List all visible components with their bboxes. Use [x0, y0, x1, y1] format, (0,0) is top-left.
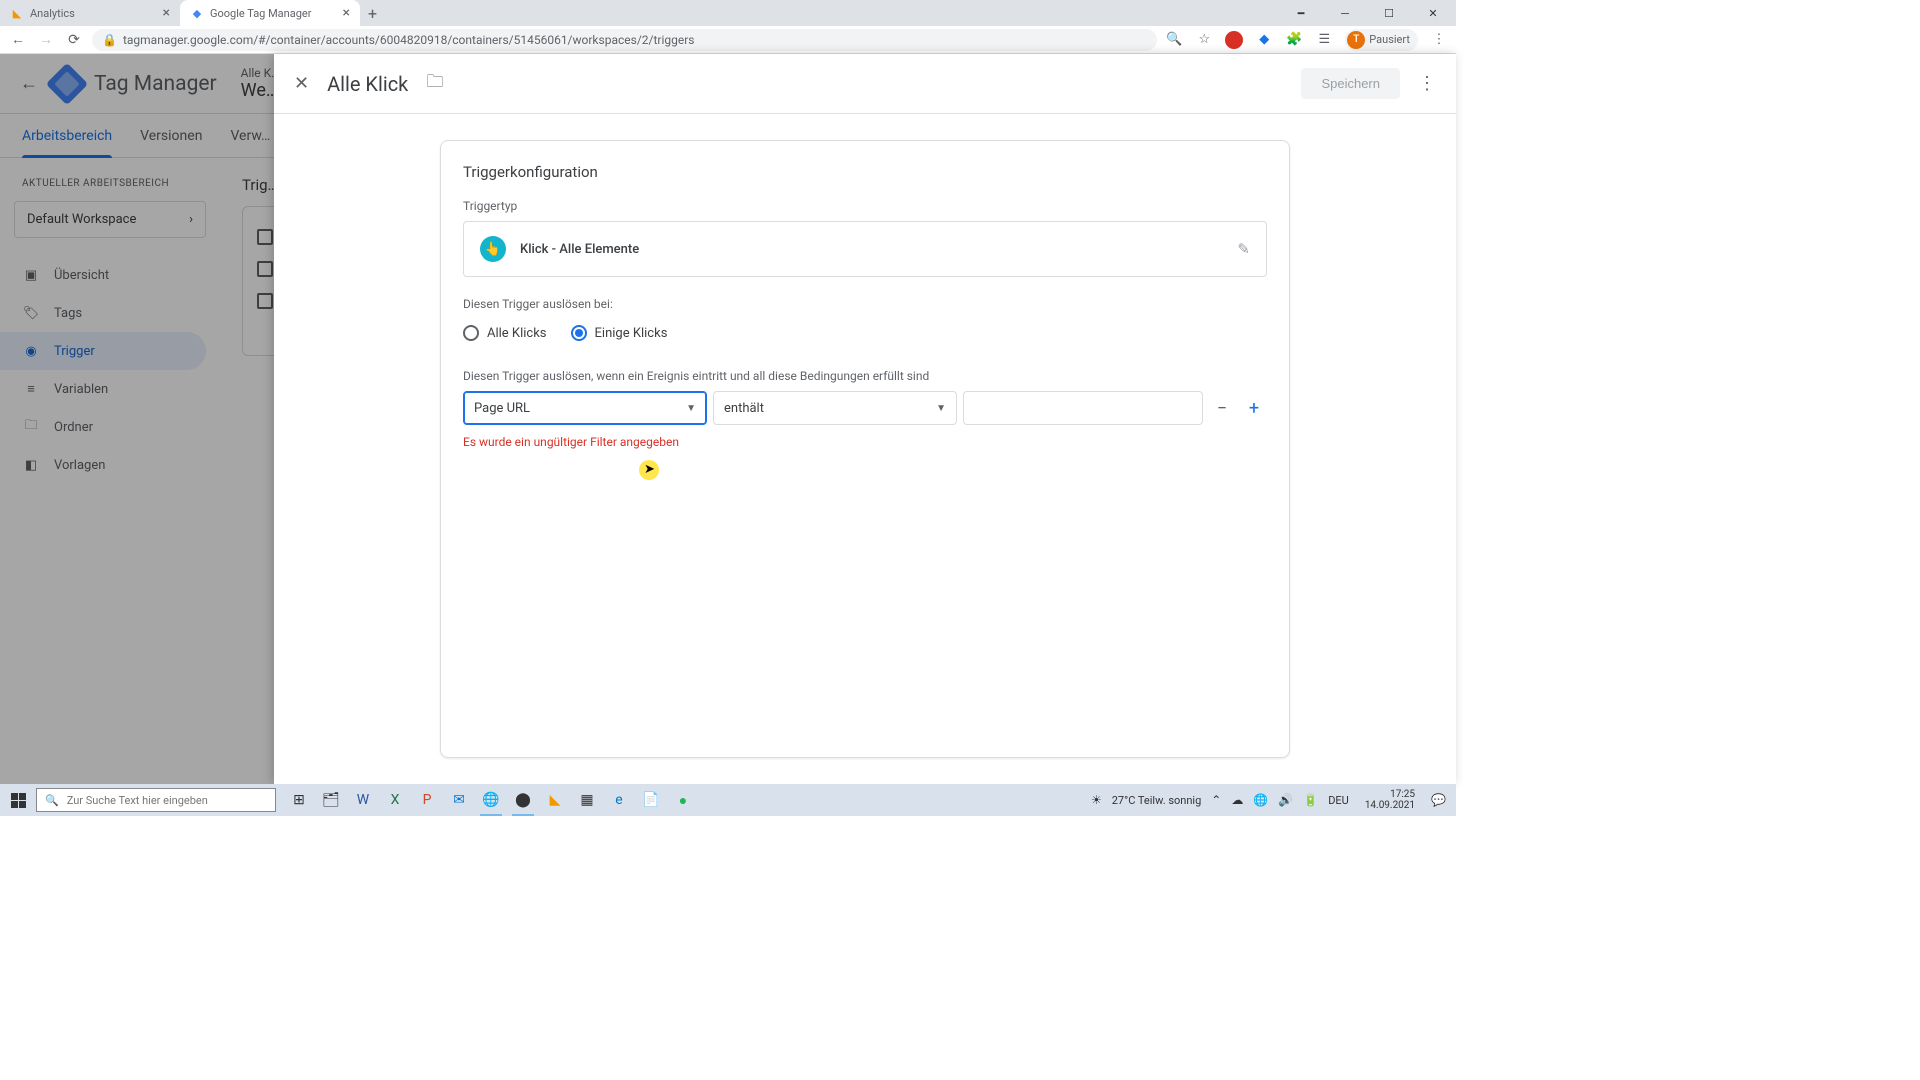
spotify-icon[interactable]: ● [668, 784, 698, 816]
mail-icon[interactable]: ✉ [444, 784, 474, 816]
gtm-favicon-icon: ◆ [190, 6, 204, 20]
profile-status: Pausiert [1369, 33, 1410, 46]
start-button[interactable] [0, 784, 36, 816]
new-tab-button[interactable]: + [360, 4, 385, 23]
save-button[interactable]: Speichern [1301, 68, 1400, 99]
operator-select[interactable]: enthält ▼ [713, 391, 957, 425]
fire-label: Diesen Trigger auslösen bei: [463, 297, 1267, 311]
trigger-config-card: Triggerkonfiguration Triggertyp 👆 Klick … [440, 140, 1290, 758]
language-indicator[interactable]: DEU [1328, 794, 1349, 807]
battery-icon[interactable]: 🔋 [1303, 793, 1318, 807]
clock[interactable]: 17:25 14.09.2021 [1359, 789, 1421, 811]
radio-label: Alle Klicks [487, 326, 547, 341]
nav-reload-icon[interactable]: ⟳ [64, 32, 84, 48]
reading-list-icon[interactable]: ☰ [1315, 31, 1333, 49]
trigger-type-row[interactable]: 👆 Klick - Alle Elemente ✎ [463, 221, 1267, 277]
chrome-minimize-icon[interactable]: ━ [1286, 3, 1316, 23]
task-view-icon[interactable]: ⊞ [284, 784, 314, 816]
variable-select[interactable]: Page URL ▼ [463, 391, 707, 425]
chrome-icon[interactable]: 🌐 [476, 784, 506, 816]
panel-header: ✕ Alle Klick 🗀 Speichern ⋮ [274, 54, 1456, 114]
panel-title[interactable]: Alle Klick [327, 72, 408, 96]
condition-label: Diesen Trigger auslösen, wenn ein Ereign… [463, 369, 1267, 383]
close-icon[interactable]: ✕ [294, 73, 309, 94]
profile-badge[interactable]: T Pausiert [1345, 29, 1418, 51]
explorer-icon[interactable]: 🗂 [316, 784, 346, 816]
chrome-menu-icon[interactable]: ⋮ [1430, 31, 1448, 49]
analytics-favicon-icon: ◣ [10, 6, 24, 20]
weather-text[interactable]: 27°C Teilw. sonnig [1112, 794, 1202, 807]
close-icon[interactable]: × [163, 5, 170, 21]
clock-time: 17:25 [1390, 789, 1415, 800]
profile-avatar-icon: T [1347, 31, 1365, 49]
filter-row: Page URL ▼ enthält ▼ − + [463, 391, 1267, 425]
radio-group: Alle Klicks Einige Klicks [463, 319, 1267, 347]
notepad-icon[interactable]: 📄 [636, 784, 666, 816]
edit-icon[interactable]: ✎ [1237, 240, 1250, 258]
radio-some-clicks[interactable]: Einige Klicks [571, 325, 668, 341]
system-tray: ☀ 27°C Teilw. sonnig ⌃ ☁ 🌐 🔊 🔋 DEU 17:25… [1081, 789, 1456, 811]
zoom-icon[interactable]: 🔍 [1165, 31, 1183, 49]
word-icon[interactable]: W [348, 784, 378, 816]
browser-address-bar: ← → ⟳ 🔒 tagmanager.google.com/#/containe… [0, 26, 1456, 54]
tab-title: Analytics [30, 7, 75, 20]
bookmark-icon[interactable]: ☆ [1195, 31, 1213, 49]
search-placeholder: Zur Suche Text hier eingeben [67, 794, 208, 807]
obs-icon[interactable]: ⬤ [508, 784, 538, 816]
network-icon[interactable]: 🌐 [1253, 793, 1268, 807]
volume-icon[interactable]: 🔊 [1278, 793, 1293, 807]
trigger-type-name: Klick - Alle Elemente [520, 242, 639, 257]
window-minimize-button[interactable]: ─ [1330, 3, 1360, 23]
type-label: Triggertyp [463, 199, 1267, 213]
windows-taskbar: 🔍 Zur Suche Text hier eingeben ⊞ 🗂 W X P… [0, 784, 1456, 816]
more-menu-icon[interactable]: ⋮ [1418, 73, 1436, 94]
window-close-button[interactable]: ✕ [1418, 3, 1448, 23]
app-icon[interactable]: ◣ [540, 784, 570, 816]
clock-date: 14.09.2021 [1365, 800, 1415, 811]
lock-icon: 🔒 [102, 33, 117, 47]
onedrive-icon[interactable]: ☁ [1231, 793, 1243, 807]
browser-tab-strip: ◣ Analytics × ◆ Google Tag Manager × + ━… [0, 0, 1456, 26]
edge-icon[interactable]: e [604, 784, 634, 816]
click-trigger-icon: 👆 [480, 236, 506, 262]
error-message: Es wurde ein ungültiger Filter angegeben [463, 435, 1267, 449]
remove-condition-button[interactable]: − [1209, 395, 1235, 421]
trigger-edit-panel: ✕ Alle Klick 🗀 Speichern ⋮ Triggerkonfig… [274, 54, 1456, 784]
close-icon[interactable]: × [343, 5, 350, 21]
chevron-down-icon: ▼ [936, 403, 946, 414]
url-text: tagmanager.google.com/#/container/accoun… [123, 33, 695, 47]
nav-back-icon[interactable]: ← [8, 31, 28, 48]
nav-forward-icon: → [36, 31, 56, 48]
config-title: Triggerkonfiguration [463, 163, 1267, 181]
weather-icon[interactable]: ☀ [1091, 793, 1102, 807]
extension-icon[interactable] [1225, 31, 1243, 49]
browser-tab-analytics[interactable]: ◣ Analytics × [0, 0, 180, 26]
taskbar-search-input[interactable]: 🔍 Zur Suche Text hier eingeben [36, 788, 276, 812]
url-input[interactable]: 🔒 tagmanager.google.com/#/container/acco… [92, 29, 1157, 51]
window-maximize-button[interactable]: ☐ [1374, 3, 1404, 23]
notifications-icon[interactable]: 💬 [1431, 793, 1446, 807]
radio-all-clicks[interactable]: Alle Klicks [463, 325, 547, 341]
extension-pin-icon[interactable]: ◆ [1255, 31, 1273, 49]
select-value: enthält [724, 401, 764, 416]
windows-logo-icon [11, 793, 26, 808]
search-icon: 🔍 [45, 794, 59, 807]
radio-icon [463, 325, 479, 341]
browser-tab-gtm[interactable]: ◆ Google Tag Manager × [180, 0, 360, 26]
panel-body: Triggerkonfiguration Triggertyp 👆 Klick … [274, 114, 1456, 784]
select-value: Page URL [474, 401, 530, 416]
app-icon[interactable]: ▦ [572, 784, 602, 816]
filter-value-input[interactable] [963, 391, 1203, 425]
tab-title: Google Tag Manager [210, 7, 311, 20]
chevron-down-icon: ▼ [686, 403, 696, 414]
excel-icon[interactable]: X [380, 784, 410, 816]
add-condition-button[interactable]: + [1241, 395, 1267, 421]
powerpoint-icon[interactable]: P [412, 784, 442, 816]
extensions-menu-icon[interactable]: 🧩 [1285, 31, 1303, 49]
folder-icon[interactable]: 🗀 [426, 69, 443, 98]
radio-icon [571, 325, 587, 341]
taskbar-apps: ⊞ 🗂 W X P ✉ 🌐 ⬤ ◣ ▦ e 📄 ● [284, 784, 698, 816]
tray-chevron-up-icon[interactable]: ⌃ [1211, 793, 1221, 807]
radio-label: Einige Klicks [595, 326, 668, 341]
